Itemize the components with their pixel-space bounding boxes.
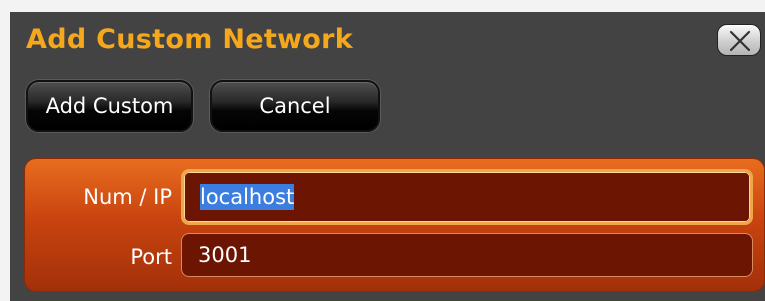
dialog-title: Add Custom Network [26,24,354,55]
close-button[interactable] [717,24,761,56]
ip-label: Num / IP [83,185,172,209]
add-custom-network-dialog: Add Custom Network Add Custom Cancel Num… [10,12,765,301]
port-label: Port [130,245,172,269]
port-input[interactable]: 3001 [181,233,753,277]
port-value: 3001 [198,243,252,267]
cancel-button[interactable]: Cancel [210,80,380,132]
ip-value: localhost [200,184,295,210]
add-custom-button[interactable]: Add Custom [26,80,193,132]
network-form-panel: Num / IP localhost Port 3001 [24,158,765,292]
close-x-icon [729,30,751,52]
ip-input[interactable]: localhost [181,169,753,225]
